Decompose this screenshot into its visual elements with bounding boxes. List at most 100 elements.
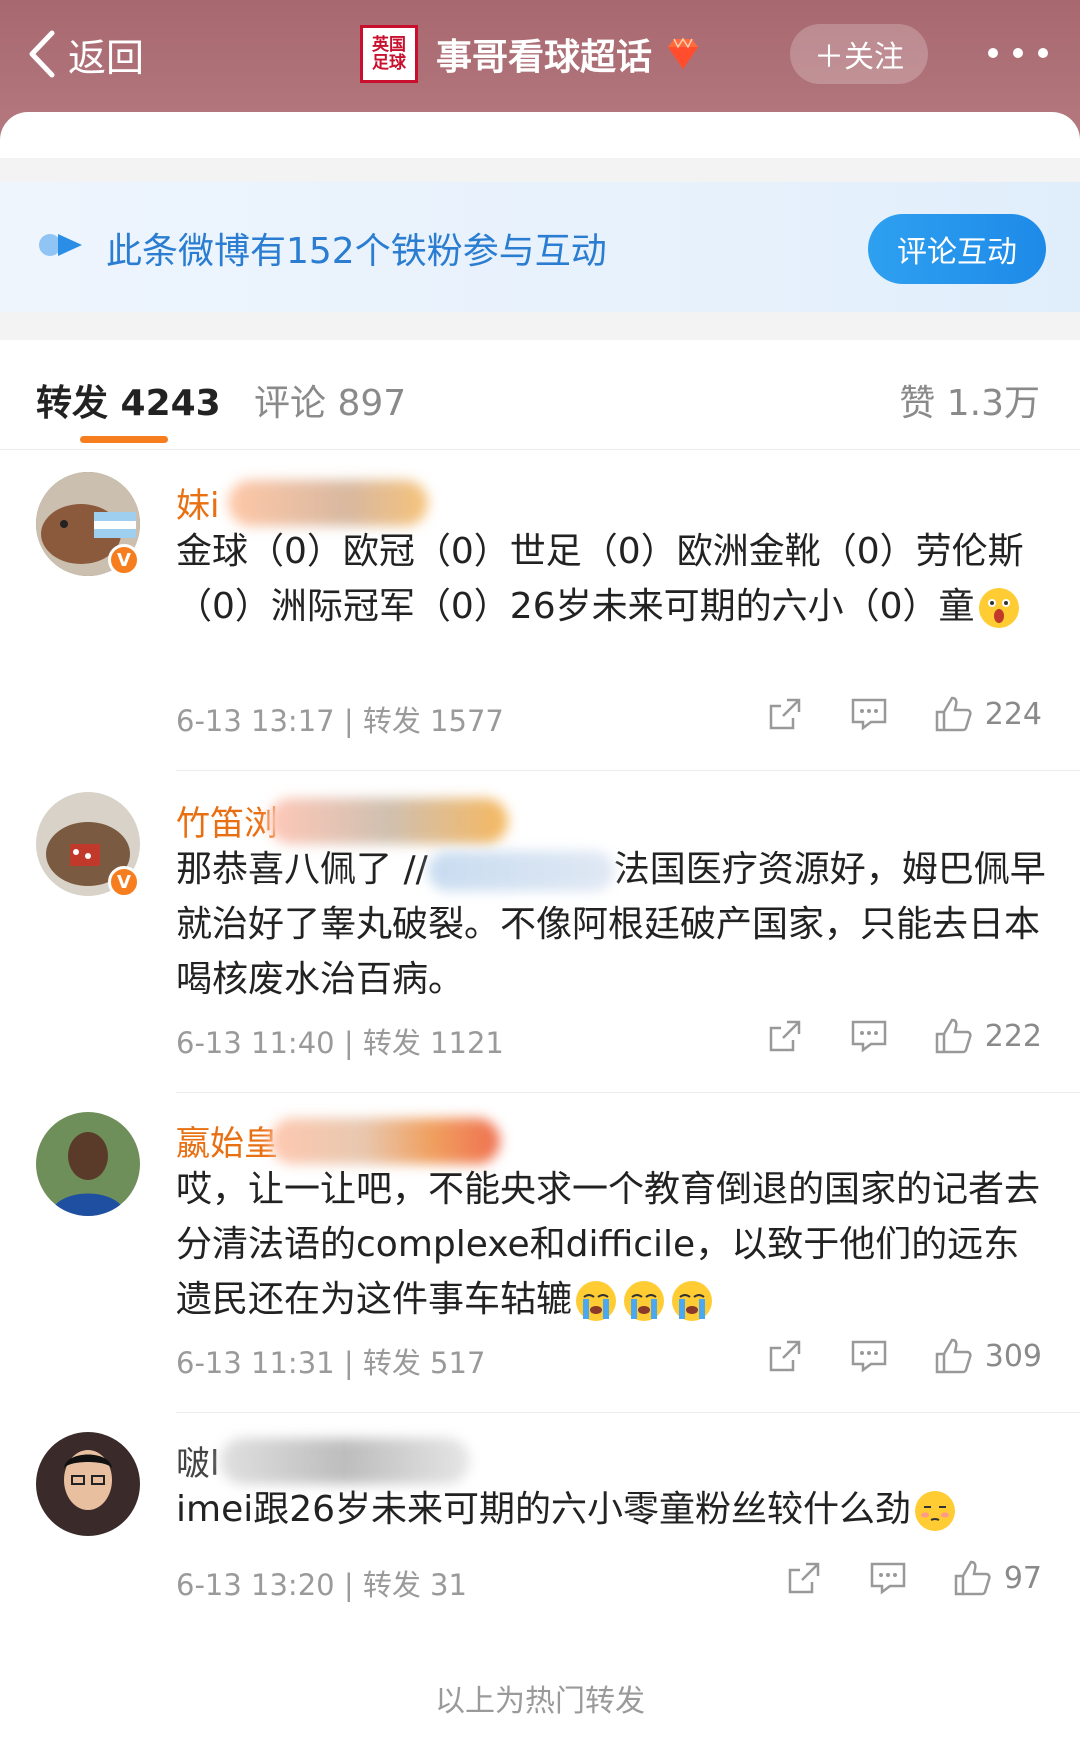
divider xyxy=(176,770,1080,771)
crying-face-emoji-icon xyxy=(672,1281,713,1321)
action-bar: 224 xyxy=(721,694,1042,734)
tab-reposts[interactable]: 转发 4243 xyxy=(36,374,221,426)
comment-icon xyxy=(851,698,886,731)
redacted-name xyxy=(228,480,428,526)
comment-button[interactable] xyxy=(849,694,889,734)
repost-count: 转发 1577 xyxy=(362,704,504,738)
shy-face-emoji-icon xyxy=(915,1491,956,1531)
dot-icon xyxy=(988,48,998,58)
comment-button[interactable] xyxy=(849,1016,889,1056)
share-button[interactable] xyxy=(765,1336,805,1376)
topic-logo: 英国 足球 xyxy=(360,25,418,83)
avatar[interactable] xyxy=(36,1432,140,1536)
logo-line1: 英国 xyxy=(372,35,406,55)
follow-button[interactable]: ＋关注 xyxy=(790,24,928,84)
avatar-image xyxy=(36,1112,140,1216)
username[interactable]: 妹i xyxy=(176,478,219,527)
repost-text: 金球（0）欧冠（0）世足（0）欧洲金靴（0）劳伦斯（0）洲际冠军（0）26岁未来… xyxy=(176,531,1024,627)
post-card-bottom xyxy=(0,112,1080,158)
action-bar: 97 xyxy=(740,1558,1042,1598)
time-text: 6-13 11:40 xyxy=(176,1026,335,1060)
share-button[interactable] xyxy=(765,694,805,734)
fans-badge-icon xyxy=(39,234,82,256)
dot-icon xyxy=(1013,48,1023,58)
thumbs-up-icon xyxy=(954,1560,991,1596)
repost-count: 转发 31 xyxy=(362,1568,467,1602)
like-button[interactable]: 97 xyxy=(952,1558,1042,1598)
repost-count: 转发 517 xyxy=(362,1346,486,1380)
share-icon xyxy=(769,1020,800,1052)
repost-time: 6-13 13:20 | 转发 31 xyxy=(176,1568,467,1602)
avatar-image xyxy=(36,1432,140,1536)
comment-button[interactable] xyxy=(868,1558,908,1598)
thumbs-up-icon xyxy=(935,1338,972,1374)
avatar[interactable] xyxy=(36,1112,140,1216)
action-bar: 222 xyxy=(721,1016,1042,1056)
time-text: 6-13 13:17 xyxy=(176,704,335,738)
list-item[interactable]: V 竹笛浏 那恭喜八佩了 //法国医疗资源好，姆巴佩早就治好了睾丸破裂。不像阿根… xyxy=(0,772,1080,1093)
back-label: 返回 xyxy=(68,35,145,80)
chevron-left-icon xyxy=(29,30,55,78)
banner-text: 此条微博有152个铁粉参与互动 xyxy=(106,231,607,272)
back-button[interactable]: 返回 xyxy=(26,26,144,82)
time-text: 6-13 11:31 xyxy=(176,1346,335,1380)
redacted-mention xyxy=(427,851,614,891)
tab-likes[interactable]: 赞 1.3万 xyxy=(899,374,1040,426)
thumbs-up-icon xyxy=(935,696,972,732)
like-count: 222 xyxy=(984,1018,1042,1054)
redacted-name xyxy=(270,1118,500,1164)
repost-content: 哎，让一让吧，不能央求一个教育倒退的国家的记者去分清法语的complexe和di… xyxy=(176,1162,1052,1327)
share-icon xyxy=(769,698,800,730)
repost-content: imei跟26岁未来可期的六小零童粉丝较什么劲 xyxy=(176,1482,1052,1537)
like-button[interactable]: 222 xyxy=(933,1016,1042,1056)
repost-content: 金球（0）欧冠（0）世足（0）欧洲金靴（0）劳伦斯（0）洲际冠军（0）26岁未来… xyxy=(176,524,1052,634)
username[interactable]: 竹笛浏 xyxy=(176,796,278,845)
share-button[interactable] xyxy=(765,1016,805,1056)
comment-icon xyxy=(870,1562,906,1595)
repost-text: imei跟26岁未来可期的六小零童粉丝较什么劲 xyxy=(176,1489,912,1530)
repost-time: 6-13 11:40 | 转发 1121 xyxy=(176,1026,504,1060)
redacted-name xyxy=(268,798,508,844)
reposts-panel: 转发 4243 评论 897 赞 1.3万 V 妹i 金球（0）欧冠（0）世足（… xyxy=(0,340,1080,1753)
repost-count: 转发 1121 xyxy=(362,1026,504,1060)
redacted-name xyxy=(220,1438,470,1484)
diamond-icon xyxy=(668,37,699,69)
share-button[interactable] xyxy=(784,1558,824,1598)
username[interactable]: 啵l xyxy=(176,1436,219,1485)
surprised-face-emoji-icon xyxy=(978,588,1019,628)
repost-time: 6-13 13:17 | 转发 1577 xyxy=(176,704,504,738)
logo-line2: 足球 xyxy=(372,53,406,73)
fan-interaction-banner: 此条微博有152个铁粉参与互动 评论互动 xyxy=(0,182,1080,312)
active-tab-indicator xyxy=(80,436,168,443)
comment-interaction-button[interactable]: 评论互动 xyxy=(868,214,1046,284)
repost-time: 6-13 11:31 | 转发 517 xyxy=(176,1346,486,1380)
list-item[interactable]: V 妹i 金球（0）欧冠（0）世足（0）欧洲金靴（0）劳伦斯（0）洲际冠军（0）… xyxy=(0,472,1080,772)
more-options-button[interactable] xyxy=(988,28,1048,78)
repost-text: 那恭喜八佩了 // xyxy=(176,849,428,890)
page-title: 事哥看球超话 xyxy=(436,37,653,78)
like-button[interactable]: 224 xyxy=(933,694,1042,734)
supertopic-title[interactable]: 英国 足球 事哥看球超话 xyxy=(360,22,702,86)
comment-button[interactable] xyxy=(849,1336,889,1376)
list-item[interactable]: 啵l imei跟26岁未来可期的六小零童粉丝较什么劲 6-13 13:20 | … xyxy=(0,1412,1080,1632)
time-text: 6-13 13:20 xyxy=(176,1568,335,1602)
verified-badge-icon: V xyxy=(108,866,140,898)
comment-icon xyxy=(851,1340,886,1373)
comment-icon xyxy=(851,1020,886,1053)
hot-reposts-footer: 以上为热门转发 xyxy=(435,1684,645,1719)
verified-badge-icon: V xyxy=(108,544,140,576)
share-icon xyxy=(769,1340,800,1372)
share-icon xyxy=(788,1562,820,1594)
tab-bar: 转发 4243 评论 897 赞 1.3万 xyxy=(0,340,1080,450)
tab-comments[interactable]: 评论 897 xyxy=(254,374,406,426)
repost-content: 那恭喜八佩了 //法国医疗资源好，姆巴佩早就治好了睾丸破裂。不像阿根廷破产国家，… xyxy=(176,842,1052,1007)
dot-icon xyxy=(1038,48,1048,58)
crying-face-emoji-icon xyxy=(576,1281,617,1321)
username[interactable]: 嬴始皇 xyxy=(176,1116,278,1165)
like-button[interactable]: 309 xyxy=(933,1336,1042,1376)
list-item[interactable]: 嬴始皇 哎，让一让吧，不能央求一个教育倒退的国家的记者去分清法语的complex… xyxy=(0,1092,1080,1413)
action-bar: 309 xyxy=(721,1336,1042,1376)
like-count: 309 xyxy=(984,1338,1042,1374)
crying-face-emoji-icon xyxy=(624,1281,665,1321)
like-count: 224 xyxy=(984,696,1042,732)
